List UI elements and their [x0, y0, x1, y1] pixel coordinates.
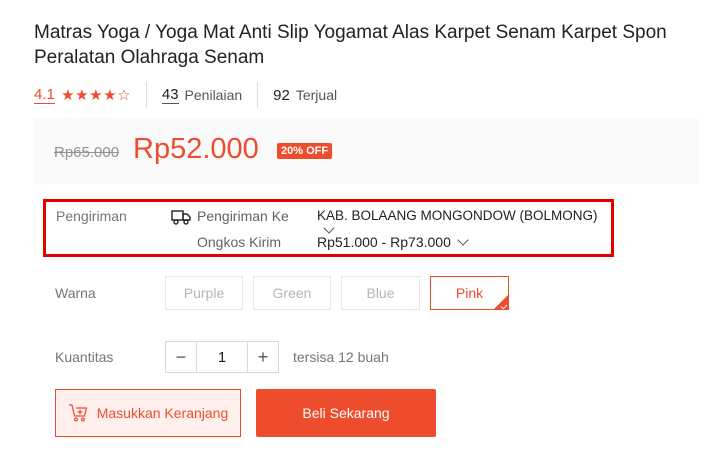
quantity-input[interactable]: 1 — [197, 341, 247, 373]
divider — [257, 82, 259, 108]
price-section: Rp65.000 Rp52.000 20% OFF — [34, 118, 699, 184]
star-filled-icon: ★ — [61, 87, 75, 104]
shipping-label: Pengiriman — [56, 208, 127, 224]
discount-badge: 20% OFF — [277, 143, 333, 159]
chevron-down-icon — [323, 222, 335, 234]
increase-quantity-button[interactable]: + — [247, 341, 279, 373]
variant-label: Warna — [55, 285, 96, 301]
stock-info: tersisa 12 buah — [293, 349, 389, 365]
shipping-section: Pengiriman Pengiriman Ke KAB. BOLAANG MO… — [43, 199, 614, 257]
sold-label: Terjual — [295, 87, 338, 103]
star-filled-icon: ★ — [103, 87, 117, 104]
sold-count: 92 — [273, 86, 290, 104]
add-to-cart-button[interactable]: Masukkan Keranjang — [55, 389, 241, 437]
variant-option-label: Pink — [455, 285, 484, 301]
variant-option-blue[interactable]: Blue — [341, 276, 420, 310]
review-count[interactable]: 43 — [161, 86, 179, 104]
ship-to-value: KAB. BOLAANG MONGONDOW (BOLMONG) — [317, 208, 598, 223]
ship-to-label: Pengiriman Ke — [197, 208, 289, 224]
rating-row: 4.1 ★ ★ ★ ★ ☆ 43 Penilaian 92 Terjual — [34, 82, 338, 108]
variant-option-purple[interactable]: Purple — [165, 276, 243, 310]
divider — [145, 82, 147, 108]
product-title: Matras Yoga / Yoga Mat Anti Slip Yogamat… — [34, 22, 667, 68]
add-to-cart-icon — [68, 404, 87, 422]
current-price: Rp52.000 — [133, 133, 259, 165]
rating-score[interactable]: 4.1 — [34, 86, 55, 104]
quantity-label: Kuantitas — [55, 349, 114, 365]
original-price: Rp65.000 — [54, 144, 120, 161]
shipping-cost-value: Rp51.000 - Rp73.000 — [317, 234, 451, 250]
quantity-stepper: − 1 + — [165, 341, 279, 373]
chevron-down-icon — [457, 234, 469, 246]
shipping-cost-label: Ongkos Kirim — [197, 234, 282, 250]
star-empty-icon: ☆ — [117, 87, 131, 104]
rating-stars: ★ ★ ★ ★ ☆ — [61, 86, 131, 104]
variant-option-green[interactable]: Green — [253, 276, 331, 310]
variant-option-pink[interactable]: Pink — [430, 276, 509, 310]
star-filled-icon: ★ — [89, 87, 103, 104]
shipping-cost-dropdown[interactable]: Rp51.000 - Rp73.000 — [317, 234, 469, 250]
decrease-quantity-button[interactable]: − — [165, 341, 197, 373]
buy-now-button[interactable]: Beli Sekarang — [256, 389, 436, 437]
truck-icon — [171, 210, 191, 225]
add-to-cart-label: Masukkan Keranjang — [96, 405, 229, 421]
review-label: Penilaian — [184, 87, 243, 103]
star-filled-icon: ★ — [75, 87, 89, 104]
